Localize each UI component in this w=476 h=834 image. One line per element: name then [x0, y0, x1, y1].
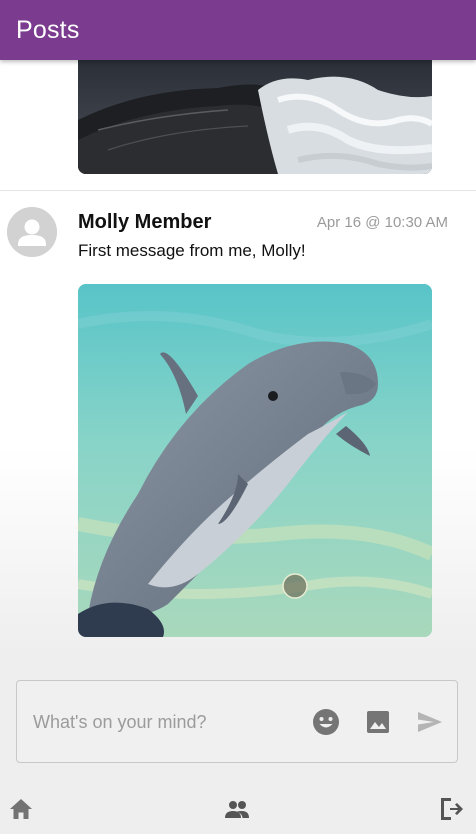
- posts-feed[interactable]: Molly Member Apr 16 @ 10:30 AM First mes…: [0, 60, 476, 656]
- post-author[interactable]: Molly Member: [78, 211, 211, 234]
- page-title: Posts: [16, 15, 80, 44]
- emoji-icon[interactable]: [311, 707, 341, 737]
- post-timestamp: Apr 16 @ 10:30 AM: [316, 214, 448, 231]
- person-avatar-icon: [7, 207, 57, 257]
- dolphin-photo: [78, 284, 432, 637]
- app-bar: Posts: [0, 0, 476, 60]
- logout-icon[interactable]: [436, 794, 466, 824]
- previous-post-image[interactable]: [78, 60, 432, 174]
- post-item[interactable]: Molly Member Apr 16 @ 10:30 AM First mes…: [0, 191, 476, 656]
- bottom-nav: [0, 786, 476, 834]
- people-icon[interactable]: [222, 794, 252, 824]
- home-icon[interactable]: [6, 794, 36, 824]
- post-message: First message from me, Molly!: [78, 241, 306, 260]
- message-input[interactable]: [33, 707, 303, 737]
- wave-photo: [78, 60, 432, 174]
- avatar[interactable]: [7, 207, 57, 257]
- send-icon[interactable]: [415, 707, 445, 737]
- composer[interactable]: [16, 680, 458, 763]
- image-icon[interactable]: [363, 707, 393, 737]
- post-image[interactable]: [78, 284, 432, 637]
